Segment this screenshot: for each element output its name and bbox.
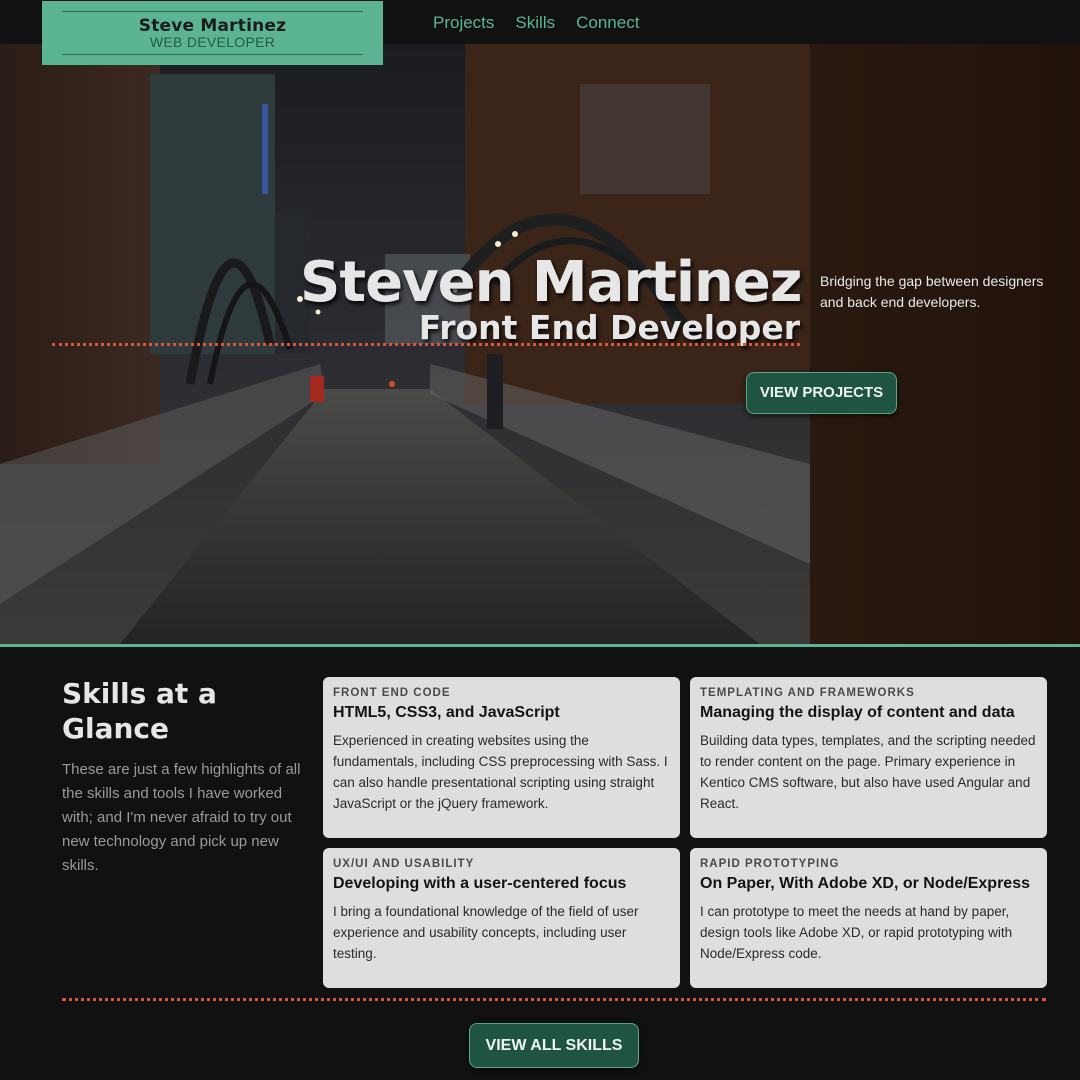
skill-card-front-end-code: FRONT END CODE HTML5, CSS3, and JavaScri… [323,677,680,838]
logo-rule-bottom [62,54,363,55]
skill-card-eyebrow: RAPID PROTOTYPING [700,858,840,870]
section-divider [0,644,1080,647]
hero-tagline: Bridging the gap between designers and b… [820,273,1044,310]
hero-title: Steven Martinez [300,250,802,315]
skill-card-eyebrow: TEMPLATING AND FRAMEWORKS [700,687,915,699]
skill-card-eyebrow: FRONT END CODE [333,687,451,699]
nav-link-skills[interactable]: Skills [515,13,555,33]
skill-card-body: Experienced in creating websites using t… [333,733,668,811]
skill-card-eyebrow: UX/UI AND USABILITY [333,858,475,870]
skill-card-heading: Developing with a user-centered focus [333,875,627,892]
skill-card-body: I can prototype to meet the needs at han… [700,904,1013,961]
logo-rule-top [62,11,363,12]
view-projects-button[interactable]: VIEW PROJECTS [746,372,897,414]
logo-name: Steve Martinez [138,16,287,36]
logo-role: WEB DEVELOPER [149,34,276,50]
skill-card-body: I bring a foundational knowledge of the … [333,904,639,961]
hero-subtitle: Front End Developer [418,308,800,347]
skill-card-heading: HTML5, CSS3, and JavaScript [333,704,560,721]
skills-intro: These are just a few highlights of all t… [62,761,301,874]
skills-title: Skills at a Glance [62,677,217,745]
skill-card-rapid-prototyping: RAPID PROTOTYPING On Paper, With Adobe X… [690,848,1047,988]
skills-dotted-divider [62,998,1046,1001]
skill-card-templating: TEMPLATING AND FRAMEWORKS Managing the d… [690,677,1047,838]
skill-card-heading: Managing the display of content and data [700,704,1015,721]
nav-link-connect[interactable]: Connect [576,13,639,33]
site-logo[interactable]: Steve Martinez WEB DEVELOPER [42,1,383,65]
main-nav: Projects Skills Connect [433,13,639,33]
nav-link-projects[interactable]: Projects [433,13,494,33]
view-all-skills-button[interactable]: VIEW ALL SKILLS [469,1023,639,1068]
skill-card-body: Building data types, templates, and the … [700,733,1036,811]
hero-right-overlay [810,44,1080,644]
hero-dotted-divider [52,343,800,346]
skill-card-heading: On Paper, With Adobe XD, or Node/Express [700,875,1030,892]
skill-card-ux-ui: UX/UI AND USABILITY Developing with a us… [323,848,680,988]
